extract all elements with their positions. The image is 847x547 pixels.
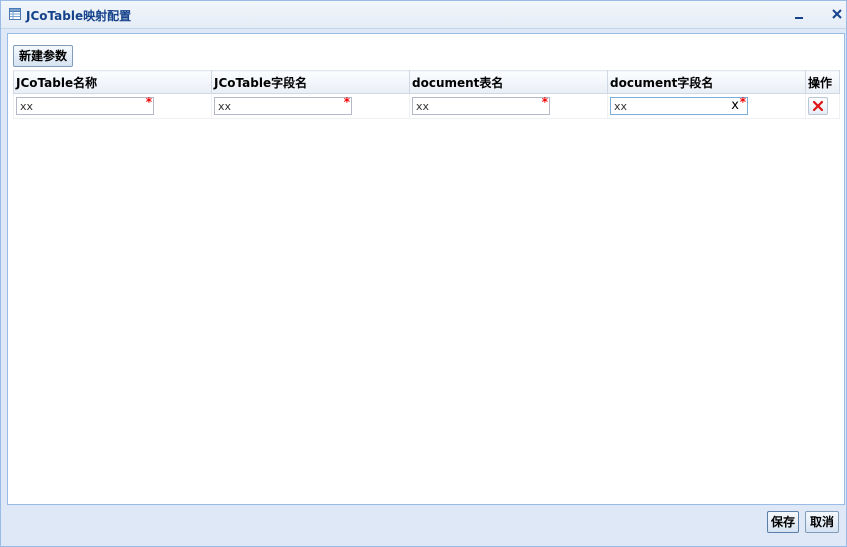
cell-jco-field-name: * [211, 93, 410, 119]
dialog-window: JCoTable映射配置 新建参数 JCoTable名称 JCoTable字段名… [0, 0, 847, 547]
cell-jco-table-name: * [13, 93, 212, 119]
cell-actions [805, 93, 840, 119]
minimize-icon[interactable] [791, 6, 807, 22]
grid-header-row: JCoTable名称 JCoTable字段名 document表名 docume… [13, 70, 840, 94]
required-marker: * [343, 95, 350, 109]
new-param-button[interactable]: 新建参数 [13, 45, 74, 67]
close-icon[interactable] [829, 6, 845, 22]
delete-row-button[interactable] [808, 97, 828, 115]
column-header-document-table-name[interactable]: document表名 [409, 70, 608, 94]
document-table-name-input[interactable] [412, 97, 550, 115]
save-button[interactable]: 保存 [767, 511, 799, 533]
delete-x-icon [812, 100, 824, 112]
table-row: * * * [13, 93, 840, 119]
window-title: JCoTable映射配置 [26, 9, 132, 23]
column-header-jco-field-name[interactable]: JCoTable字段名 [211, 70, 410, 94]
jco-table-name-input[interactable] [16, 97, 154, 115]
cell-document-table-name: * [409, 93, 608, 119]
required-marker: * [541, 95, 548, 109]
column-header-document-field-name[interactable]: document字段名 [607, 70, 806, 94]
document-field-name-input[interactable] [610, 97, 748, 115]
cancel-button[interactable]: 取消 [805, 511, 839, 533]
jco-field-name-input[interactable] [214, 97, 352, 115]
window-titlebar[interactable]: JCoTable映射配置 [1, 1, 846, 29]
content-panel: 新建参数 JCoTable名称 JCoTable字段名 document表名 d… [7, 33, 845, 505]
column-header-jco-table-name[interactable]: JCoTable名称 [13, 70, 212, 94]
required-marker: * [739, 95, 746, 109]
cell-document-field-name: x * [607, 93, 806, 119]
clear-input-icon[interactable]: x [731, 98, 739, 113]
mapping-grid: JCoTable名称 JCoTable字段名 document表名 docume… [13, 70, 840, 119]
table-icon [9, 8, 21, 20]
required-marker: * [145, 95, 152, 109]
column-header-actions: 操作 [805, 70, 840, 94]
